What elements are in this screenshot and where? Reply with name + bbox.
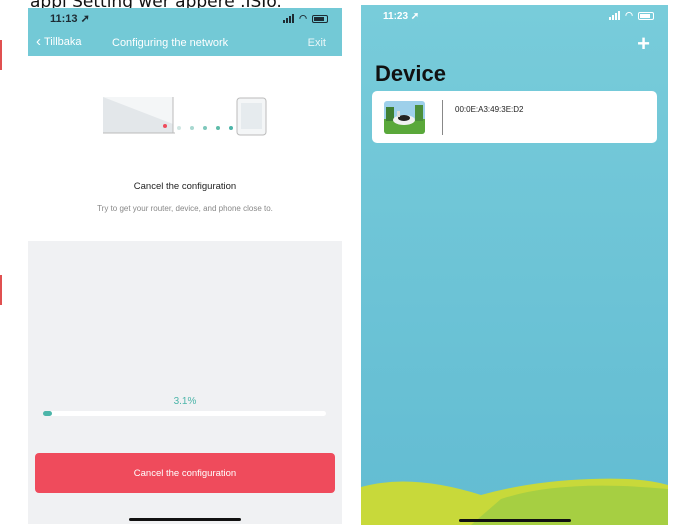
device-mac-address: 00:0E:A3:49:3E:D2 <box>455 105 524 114</box>
router-led-icon <box>163 124 167 128</box>
status-icons: ◠ <box>609 10 654 21</box>
edge-marker <box>0 40 2 70</box>
plus-icon[interactable]: + <box>637 33 650 55</box>
back-label: Tillbaka <box>44 36 82 48</box>
card-divider <box>442 100 443 135</box>
status-icons: ◠ <box>283 13 328 24</box>
wifi-icon: ◠ <box>625 10 633 20</box>
config-subtitle: Try to get your router, device, and phon… <box>97 204 273 213</box>
device-list-item[interactable]: 00:0E:A3:49:3E:D2 <box>372 91 657 143</box>
status-time: 11:13 ➚ <box>50 13 90 25</box>
progress-panel: 3.1% Cancel the configuration <box>28 241 342 524</box>
edge-marker <box>0 275 2 305</box>
phone-screen-device-list: 11:23 ➚ ◠ + Device 00:0E:A3:49:3E:D2 <box>361 5 668 525</box>
battery-icon <box>312 14 328 23</box>
signal-icon <box>609 11 621 20</box>
hills-decoration <box>361 478 668 525</box>
nav-title: Configuring the network <box>112 37 229 49</box>
page-title: Device <box>375 61 446 86</box>
chevron-left-icon: ‹ <box>36 33 41 50</box>
phone-screen-configuring: 11:13 ➚ ◠ ‹ Tillbaka Configuring the net… <box>28 8 342 524</box>
progress-bar <box>43 411 326 416</box>
wifi-icon: ◠ <box>299 13 307 23</box>
robot-mower-image <box>384 101 425 134</box>
battery-icon <box>638 11 654 20</box>
status-bar: 11:13 ➚ ◠ <box>28 8 342 30</box>
status-time: 11:23 ➚ <box>383 11 420 22</box>
nav-bar: ‹ Tillbaka Configuring the network Exit <box>28 30 342 56</box>
home-indicator <box>459 519 571 522</box>
progress-percent: 3.1% <box>173 396 197 407</box>
config-title: Cancel the configuration <box>133 181 237 192</box>
exit-button[interactable]: Exit <box>308 37 326 49</box>
home-indicator <box>129 518 241 521</box>
signal-icon <box>283 14 295 23</box>
status-bar: 11:23 ➚ ◠ <box>361 5 668 27</box>
back-button[interactable]: ‹ Tillbaka <box>36 33 82 50</box>
cancel-configuration-button[interactable]: Cancel the configuration <box>35 453 335 493</box>
progress-bar-fill <box>43 411 52 416</box>
router-to-phone-illustration <box>103 97 267 136</box>
